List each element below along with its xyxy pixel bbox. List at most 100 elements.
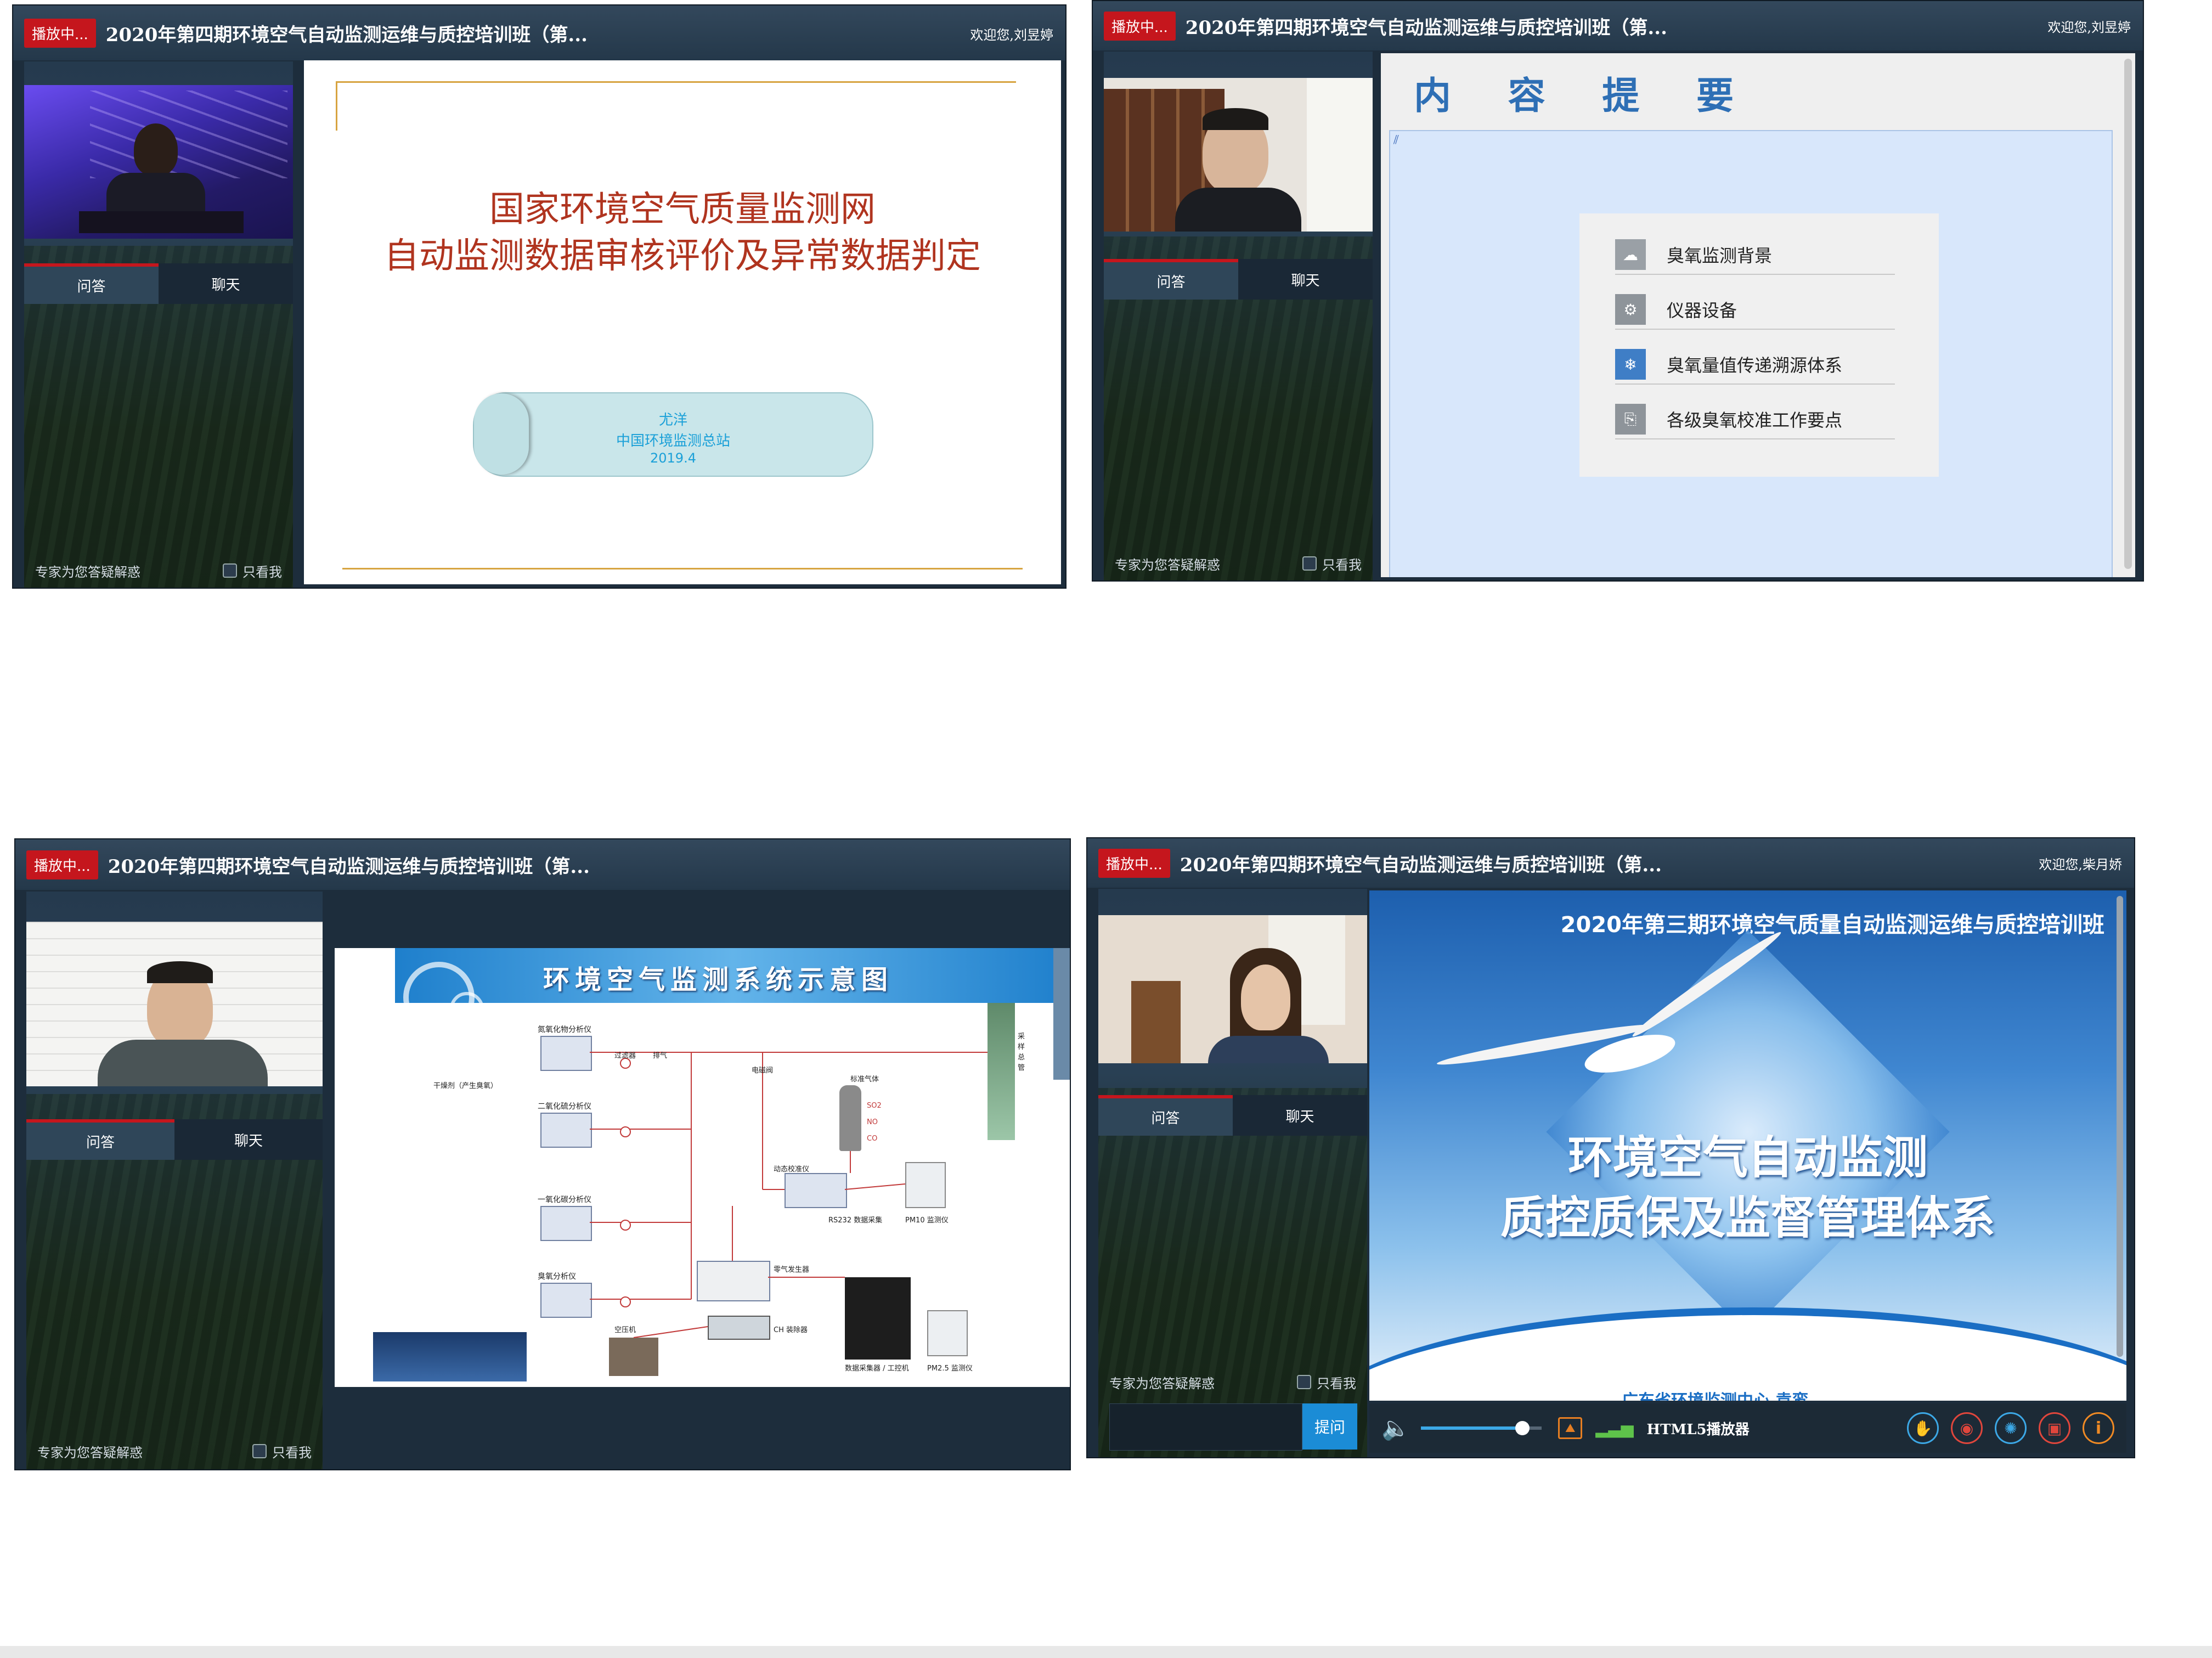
diagram-label: 氮氧化物分析仪 [538, 1025, 591, 1034]
agenda-item-3[interactable]: ❄ 臭氧量值传递溯源体系 [1615, 345, 1895, 385]
window [1307, 78, 1373, 232]
ask-button[interactable]: 提问 [1302, 1403, 1357, 1450]
diagram-label: 标准气体 [850, 1075, 879, 1084]
slide-heading: 内 容 提 要 [1414, 75, 1756, 118]
diagram-label: CH 装除器 [774, 1326, 808, 1334]
volume-icon[interactable]: 🔈 [1381, 1414, 1410, 1442]
slide-bottom-rule [342, 568, 1023, 569]
player-label: HTML5播放器 [1646, 1421, 1750, 1438]
question-input[interactable] [1109, 1403, 1302, 1451]
sidebar-footer: 专家为您答疑解惑 只看我 [24, 557, 293, 584]
tab-qa[interactable]: 问答 [24, 263, 159, 304]
live-badge: 播放中... [1098, 848, 1170, 878]
speaker-video[interactable] [24, 85, 293, 239]
background-trees [1098, 1087, 1367, 1457]
live-badge: 播放中... [1104, 11, 1176, 41]
only-me-checkbox[interactable] [1302, 556, 1317, 571]
slide-corner-mark: ⫽ [1393, 133, 1399, 147]
slide-title-line-1: 环境空气自动监测 [1567, 1132, 1928, 1184]
slide-right-photo [1053, 948, 1070, 1080]
desk [79, 211, 244, 233]
tab-chat[interactable]: 聊天 [159, 263, 293, 304]
door [1131, 981, 1181, 1063]
tab-bar: 问答 聊天 [24, 263, 293, 304]
agenda-item-1[interactable]: ☁ 臭氧监测背景 [1615, 235, 1895, 275]
stream-panel-2: 播放中... 2020年第四期环境空气自动监测运维与质控培训班（第... 欢迎您… [1092, 0, 2144, 582]
diagram-label: 采样总管 [1018, 1033, 1025, 1072]
volume-slider[interactable] [1421, 1421, 1542, 1435]
tab-chat[interactable]: 聊天 [1233, 1095, 1367, 1136]
only-me-label: 只看我 [1317, 1375, 1356, 1391]
raise-hand-icon[interactable]: ✋ [1907, 1412, 1939, 1444]
agenda-item-label: 各级臭氧校准工作要点 [1667, 410, 1843, 431]
agenda-item-2[interactable]: ⚙ 仪器设备 [1615, 290, 1895, 330]
slide-date: 2019.4 [650, 450, 696, 466]
record-icon[interactable]: ◉ [1951, 1412, 1983, 1444]
author-name: 尤洋 [658, 412, 687, 428]
presentation-slide: 2020年第三期环境空气质量自动监测运维与质控培训班 环境空气自动监测 质控质保… [1369, 890, 2126, 1401]
tab-qa[interactable]: 问答 [1104, 259, 1238, 300]
slide-scrollbar[interactable] [2117, 896, 2123, 1357]
only-me-checkbox[interactable] [252, 1444, 267, 1458]
slide-content-area: ⫽ ☁ 臭氧监测背景 ⚙ 仪器设备 ❄ 臭氧量值传递溯源体系 ⎘ 各级臭氧校准工… [1389, 130, 2113, 577]
tab-qa[interactable]: 问答 [1098, 1095, 1233, 1136]
diagram-label: 电磁阀 [752, 1067, 774, 1075]
sidebar-footer: 专家为您答疑解惑 只看我 [1098, 1368, 1367, 1396]
slide-header: 2020年第三期环境空气质量自动监测运维与质控培训班 [1560, 912, 2104, 938]
expert-hint: 专家为您答疑解惑 [1115, 557, 1220, 573]
course-title: 2020年第四期环境空气自动监测运维与质控培训班（第... [105, 24, 588, 46]
volume-fill [1421, 1426, 1523, 1430]
diagram-label: CO [867, 1135, 878, 1143]
volume-thumb[interactable] [1515, 1421, 1530, 1435]
info-icon[interactable]: i [2083, 1412, 2114, 1444]
tab-chat[interactable]: 聊天 [1238, 259, 1373, 300]
only-me-checkbox[interactable] [1297, 1375, 1311, 1389]
course-title: 2020年第四期环境空气自动监测运维与质控培训班（第... [1180, 854, 1662, 876]
picture-icon[interactable]: ⛰ [1558, 1417, 1583, 1439]
sidebar-footer: 专家为您答疑解惑 只看我 [26, 1437, 323, 1465]
diagram-label: 零气发生器 [774, 1266, 810, 1274]
ozone-background-icon: ☁ [1615, 239, 1646, 270]
pipe-lines [590, 1052, 988, 1338]
agenda-item-4[interactable]: ⎘ 各级臭氧校准工作要点 [1615, 400, 1895, 439]
settings-icon[interactable]: ✺ [1995, 1412, 2027, 1444]
agenda-item-label: 臭氧量值传递溯源体系 [1667, 355, 1843, 376]
diagram-label: NO [867, 1118, 878, 1126]
player-controls: 🔈 ⛰ ▂▃▅ HTML5播放器 ✋ ◉ ✺ ▣ i [1369, 1403, 2126, 1453]
signal-icon: ▂▃▅ [1595, 1418, 1634, 1438]
course-title: 2020年第四期环境空气自动监测运维与质控培训班（第... [108, 855, 590, 878]
diagram-label: 臭氧分析仪 [538, 1272, 576, 1281]
live-badge: 播放中... [24, 18, 96, 48]
only-me-checkbox[interactable] [223, 563, 237, 578]
panel-header: 播放中... 2020年第四期环境空气自动监测运维与质控培训班（第... 欢迎您… [1093, 1, 2143, 50]
speaker-body [1208, 1036, 1329, 1063]
tab-chat[interactable]: 聊天 [174, 1119, 323, 1160]
only-me-label: 只看我 [272, 1445, 312, 1460]
slide-title-line-1: 国家环境空气质量监测网 [489, 189, 876, 230]
speaker-figure [134, 123, 178, 176]
diagram-label: 空压机 [614, 1326, 636, 1334]
speaker-video[interactable] [26, 922, 323, 1086]
diagram-area: 氮氧化物分析仪 二氧化硫分析仪 一氧化碳分析仪 臭氧分析仪 过滤器 排气 电磁阀… [373, 1003, 1059, 1381]
panel-header: 播放中... 2020年第四期环境空气自动监测运维与质控培训班（第... 欢迎您… [1087, 838, 2134, 888]
calibration-icon: ⎘ [1615, 404, 1646, 435]
stream-panel-4: 播放中... 2020年第四期环境空气自动监测运维与质控培训班（第... 欢迎您… [1086, 837, 2135, 1458]
stream-panel-1: 播放中... 2020年第四期环境空气自动监测运维与质控培训班（第... 欢迎您… [12, 4, 1066, 589]
sidebar-footer: 专家为您答疑解惑 只看我 [1104, 550, 1373, 577]
only-me-label: 只看我 [242, 564, 282, 580]
gift-icon[interactable]: ▣ [2039, 1412, 2070, 1444]
diagram-label: PM10 监测仪 [905, 1216, 949, 1225]
speaker-video[interactable] [1104, 78, 1373, 232]
slide-scrollbar[interactable] [2124, 59, 2132, 569]
diagram-label: RS232 数据采集 [828, 1216, 883, 1225]
welcome-text: 欢迎您,柴月娇 [2039, 857, 2122, 872]
welcome-text: 欢迎您,刘昱婷 [2047, 20, 2131, 35]
tab-bar: 问答 聊天 [1098, 1095, 1367, 1136]
slide-heading: 环境空气监测系统示意图 [543, 965, 894, 995]
speaker-video[interactable] [1098, 915, 1367, 1063]
agenda-item-label: 仪器设备 [1667, 300, 1737, 321]
tab-qa[interactable]: 问答 [26, 1119, 174, 1160]
speaker-body [98, 1040, 268, 1086]
diagram-label: 数据采集器 / 工控机 [845, 1364, 909, 1373]
diagram-label: 动态校准仪 [774, 1165, 810, 1174]
